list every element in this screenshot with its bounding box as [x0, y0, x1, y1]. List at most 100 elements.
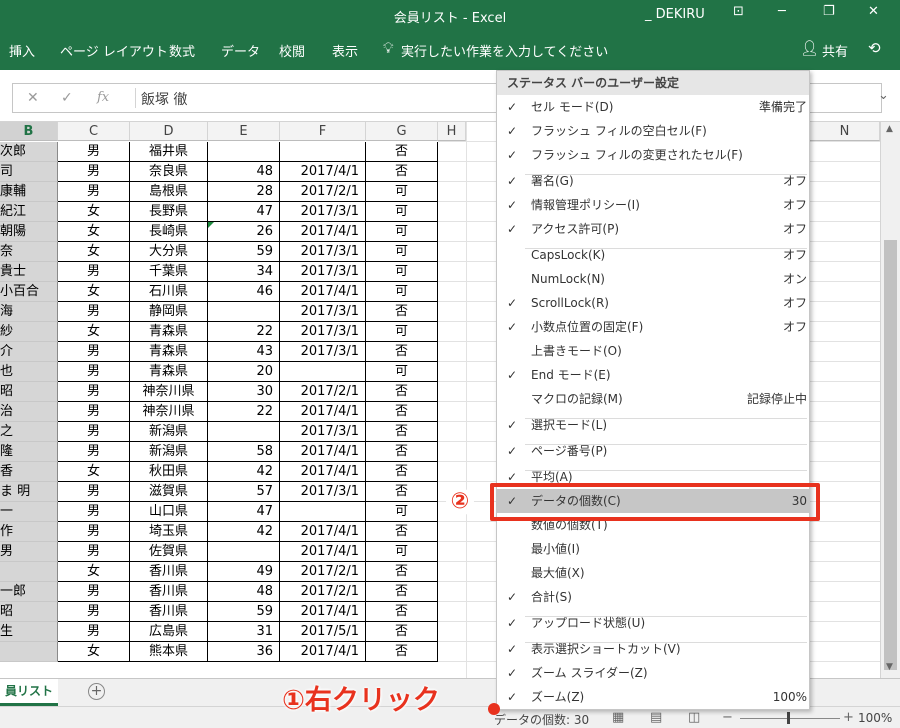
table-cell[interactable]: 生	[0, 622, 58, 642]
table-cell[interactable]: 42	[208, 522, 280, 542]
column-header[interactable]: C	[58, 122, 130, 141]
table-cell[interactable]: 可	[366, 282, 438, 302]
page-layout-view-icon[interactable]: ▤	[650, 710, 662, 725]
tab-review[interactable]: 校閲	[279, 41, 305, 60]
table-cell[interactable]: 男	[58, 582, 130, 602]
table-cell[interactable]: 可	[366, 202, 438, 222]
table-cell[interactable]: 可	[366, 242, 438, 262]
table-cell[interactable]: 可	[366, 322, 438, 342]
table-cell[interactable]: 男	[58, 362, 130, 382]
table-cell[interactable]	[280, 142, 366, 162]
table-cell[interactable]: 男	[58, 162, 130, 182]
table-cell[interactable]	[280, 362, 366, 382]
menu-item[interactable]: ✓ 合計(S)	[497, 585, 809, 609]
table-cell[interactable]: 否	[366, 482, 438, 502]
table-cell[interactable]: 否	[366, 522, 438, 542]
table-cell[interactable]: 2017/4/1	[280, 402, 366, 422]
table-cell[interactable]: 47	[208, 502, 280, 522]
table-cell[interactable]: 2017/3/1	[280, 302, 366, 322]
table-cell[interactable]: 大分県	[130, 242, 208, 262]
table-cell[interactable]: 滋賀県	[130, 482, 208, 502]
formula-input[interactable]: 飯塚 徹	[141, 89, 187, 109]
column-header[interactable]: B	[0, 122, 58, 141]
table-cell[interactable]: 千葉県	[130, 262, 208, 282]
table-cell[interactable]: 2017/2/1	[280, 582, 366, 602]
table-cell[interactable]: 女	[58, 642, 130, 662]
table-cell[interactable]: 2017/3/1	[280, 482, 366, 502]
table-cell[interactable]: 女	[58, 282, 130, 302]
table-cell[interactable]: 34	[208, 262, 280, 282]
zoom-slider-knob[interactable]	[787, 712, 790, 724]
table-cell[interactable]: 2017/3/1	[280, 322, 366, 342]
cancel-icon[interactable]: ✕	[27, 90, 39, 106]
table-cell[interactable]: 康輔	[0, 182, 58, 202]
table-cell[interactable]: 昭	[0, 382, 58, 402]
table-cell[interactable]: 新潟県	[130, 442, 208, 462]
column-header[interactable]: F	[280, 122, 366, 141]
table-cell[interactable]: 否	[366, 602, 438, 622]
zoom-in-icon[interactable]: +	[843, 710, 854, 725]
menu-item[interactable]: ✓ 表示選択ショートカット(V)	[497, 637, 809, 661]
insert-function-icon[interactable]: fx	[97, 90, 109, 105]
table-cell[interactable]: 男	[58, 142, 130, 162]
menu-item[interactable]: ✓ フラッシュ フィルの空白セル(F)	[497, 119, 809, 143]
table-cell[interactable]: 紗	[0, 322, 58, 342]
menu-item[interactable]: ✓ 情報管理ポリシー(I) オフ	[497, 193, 809, 217]
zoom-out-icon[interactable]: −	[722, 710, 733, 725]
table-cell[interactable]: 海	[0, 302, 58, 322]
table-cell[interactable]: 30	[208, 382, 280, 402]
table-cell[interactable]: 男	[58, 182, 130, 202]
table-cell[interactable]: 否	[366, 382, 438, 402]
table-cell[interactable]: 否	[366, 302, 438, 322]
menu-item[interactable]: ✓ ページ番号(P)	[497, 439, 809, 463]
table-cell[interactable]: 神奈川県	[130, 382, 208, 402]
table-cell[interactable]: 2017/4/1	[280, 642, 366, 662]
tell-me-box[interactable]: 実行したい作業を入力してください	[401, 41, 608, 60]
table-cell[interactable]: 可	[366, 362, 438, 382]
table-cell[interactable]: 可	[366, 502, 438, 522]
table-cell[interactable]: 2017/4/1	[280, 462, 366, 482]
table-cell[interactable]: 否	[366, 642, 438, 662]
table-cell[interactable]: 2017/4/1	[280, 542, 366, 562]
table-cell[interactable]: 59	[208, 602, 280, 622]
tab-formulas[interactable]: 数式	[169, 41, 195, 60]
table-cell[interactable]: 否	[366, 442, 438, 462]
table-cell[interactable]	[208, 542, 280, 562]
table-cell[interactable]: 否	[366, 142, 438, 162]
table-cell[interactable]: 男	[58, 522, 130, 542]
table-cell[interactable]: 26	[208, 222, 280, 242]
menu-item[interactable]: ✓ フラッシュ フィルの変更されたセル(F)	[497, 143, 809, 167]
scroll-thumb[interactable]	[884, 240, 897, 670]
table-cell[interactable]	[280, 502, 366, 522]
table-cell[interactable]: 女	[58, 202, 130, 222]
table-cell[interactable]: 22	[208, 322, 280, 342]
menu-item[interactable]: ✓ アクセス許可(P) オフ	[497, 217, 809, 241]
table-cell[interactable]: 山口県	[130, 502, 208, 522]
table-cell[interactable]: 否	[366, 342, 438, 362]
table-cell[interactable]: 22	[208, 402, 280, 422]
table-cell[interactable]: 女	[58, 322, 130, 342]
menu-item[interactable]: ✓ 選択モード(L)	[497, 413, 809, 437]
table-cell[interactable]: 男	[0, 542, 58, 562]
scroll-up-icon[interactable]: ▲	[886, 124, 893, 134]
table-cell[interactable]: 47	[208, 202, 280, 222]
table-cell[interactable]: 48	[208, 582, 280, 602]
table-cell[interactable]: 46	[208, 282, 280, 302]
zoom-slider[interactable]	[740, 718, 840, 719]
table-cell[interactable]: 静岡県	[130, 302, 208, 322]
table-cell[interactable]: 36	[208, 642, 280, 662]
table-cell[interactable]: 香川県	[130, 602, 208, 622]
table-cell[interactable]: 女	[58, 562, 130, 582]
table-cell[interactable]: 31	[208, 622, 280, 642]
table-cell[interactable]: 男	[58, 602, 130, 622]
table-cell[interactable]: 2017/3/1	[280, 342, 366, 362]
page-break-view-icon[interactable]: ◫	[688, 710, 700, 725]
table-cell[interactable]: 2017/4/1	[280, 282, 366, 302]
table-cell[interactable]: 男	[58, 622, 130, 642]
menu-item[interactable]: ✓ ズーム(Z) 100%	[497, 685, 809, 709]
table-cell[interactable]: 否	[366, 582, 438, 602]
table-cell[interactable]: 20	[208, 362, 280, 382]
menu-item[interactable]: ✓ セル モード(D) 準備完了	[497, 95, 809, 119]
menu-item[interactable]: NumLock(N) オン	[497, 267, 809, 291]
table-cell[interactable]: 埼玉県	[130, 522, 208, 542]
